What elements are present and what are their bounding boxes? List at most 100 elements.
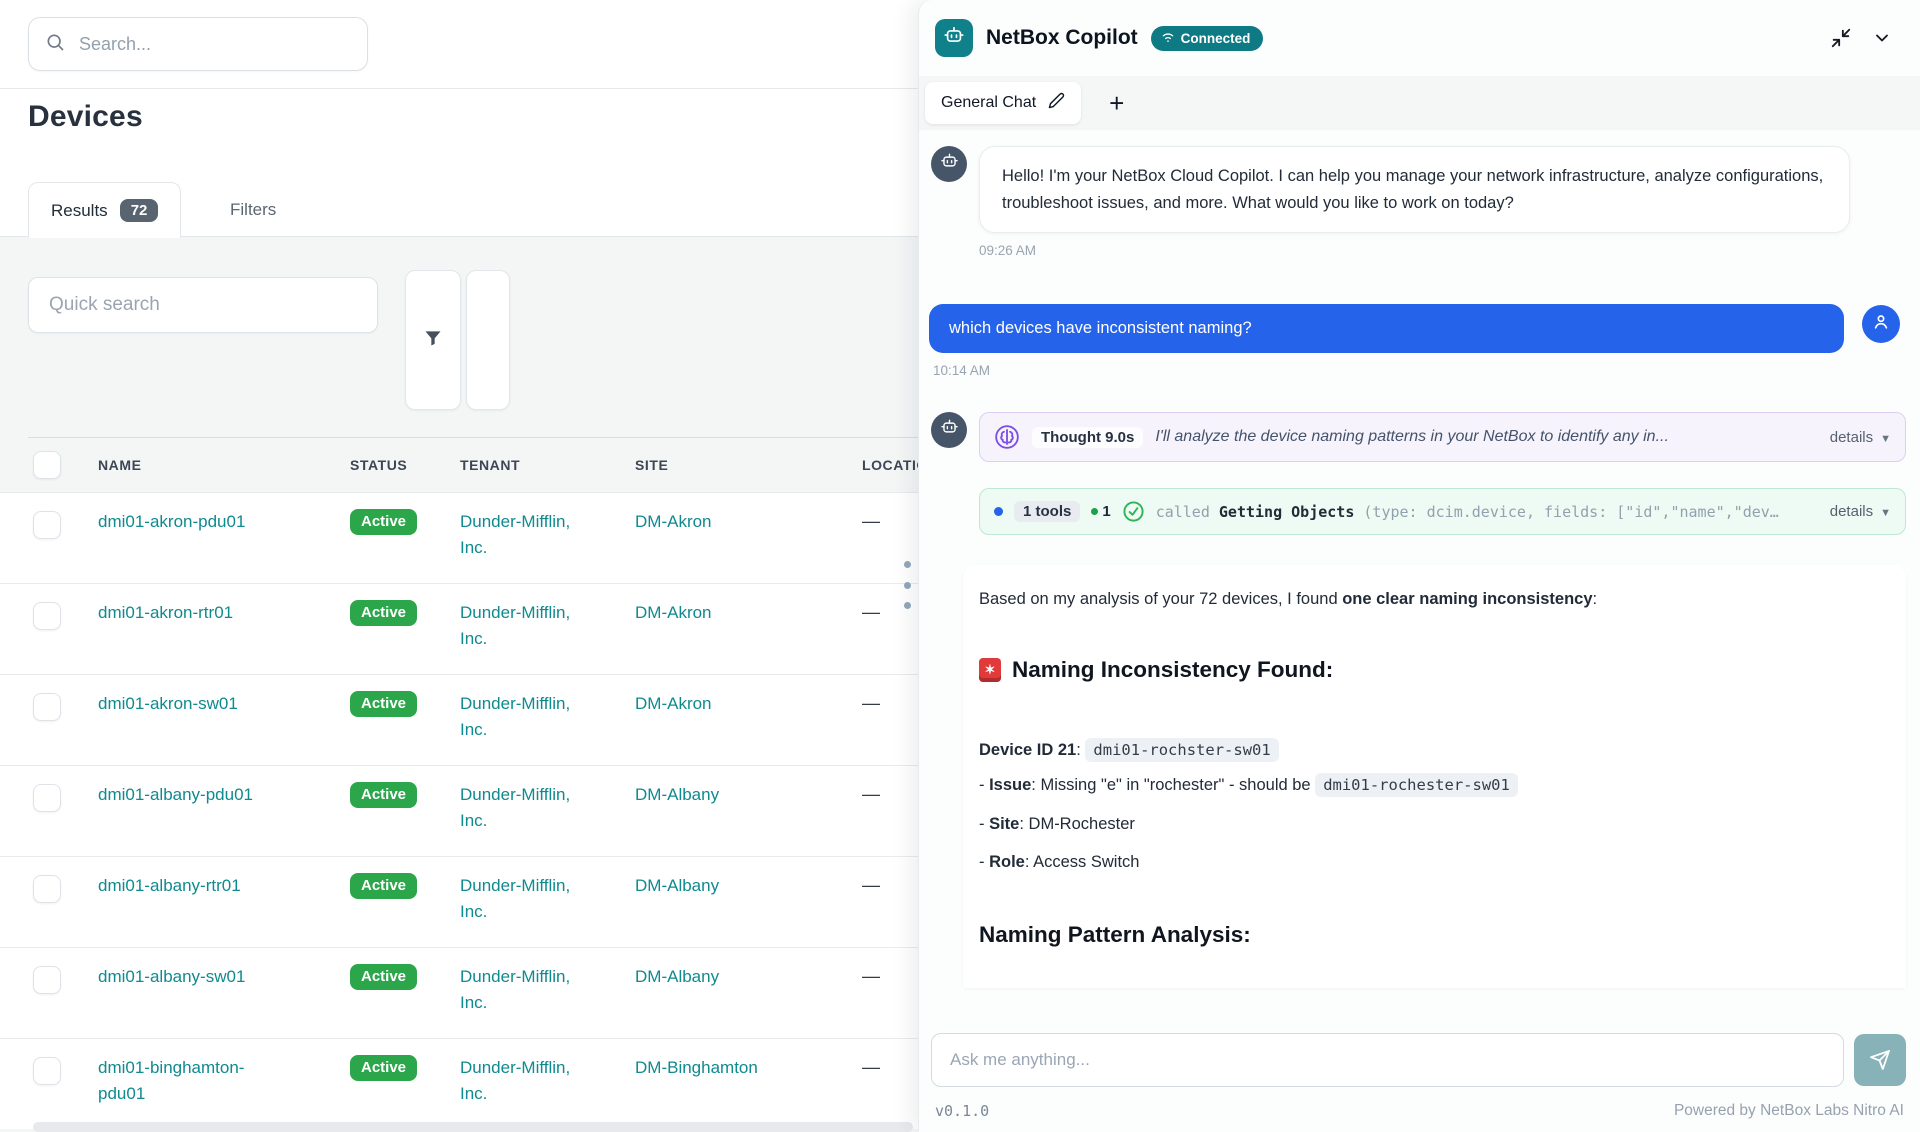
tool-args: (type: dcim.device, fields: ["id","name"… (1363, 503, 1778, 521)
device-link[interactable]: dmi01-albany-sw01 (98, 964, 245, 990)
new-chat-button[interactable]: + (1109, 90, 1124, 116)
col-header-status[interactable]: STATUS (350, 457, 460, 473)
page-title: Devices (28, 100, 143, 134)
tab-results[interactable]: Results 72 (28, 182, 181, 238)
assistant-greeting-message: Hello! I'm your NetBox Cloud Copilot. I … (931, 146, 1906, 233)
row-checkbox[interactable] (33, 966, 61, 994)
thought-summary-text: I'll analyze the device naming patterns … (1155, 428, 1817, 446)
caret-down-icon (1880, 503, 1891, 520)
col-header-tenant[interactable]: TENANT (460, 457, 635, 473)
site-link[interactable]: DM-Akron (635, 600, 712, 626)
table-row: dmi01-binghamton-pdu01 Active Dunder-Mif… (0, 1038, 918, 1129)
row-checkbox[interactable] (33, 693, 61, 721)
copilot-footer: v0.1.0 Powered by NetBox Labs Nitro AI (935, 1102, 1904, 1120)
copilot-panel: NetBox Copilot Connected General Chat + (918, 0, 1920, 1132)
tenant-link[interactable]: Dunder-Mifflin, Inc. (460, 782, 580, 834)
tenant-link[interactable]: Dunder-Mifflin, Inc. (460, 509, 580, 561)
tool-details-toggle[interactable]: details (1830, 503, 1891, 520)
details-label: details (1830, 503, 1873, 520)
row-checkbox[interactable] (33, 784, 61, 812)
global-search-input[interactable] (79, 34, 351, 55)
table-row: dmi01-akron-sw01 Active Dunder-Mifflin, … (0, 674, 918, 765)
global-search[interactable] (28, 17, 368, 71)
device-id-line: Device ID 21: dmi01-rochster-sw01 (979, 741, 1886, 760)
site-label: Site (989, 815, 1019, 833)
device-id-label: Device ID 21 (979, 741, 1076, 759)
chat-messages: Hello! I'm your NetBox Cloud Copilot. I … (919, 130, 1920, 988)
chat-input[interactable] (931, 1033, 1844, 1087)
device-link[interactable]: dmi01-akron-pdu01 (98, 509, 245, 535)
collapse-panel-button[interactable] (1827, 24, 1855, 52)
table-row: dmi01-albany-sw01 Active Dunder-Mifflin,… (0, 947, 918, 1038)
location-value: — (862, 873, 918, 896)
row-checkbox[interactable] (33, 1057, 61, 1085)
copilot-logo (935, 19, 973, 57)
tenant-link[interactable]: Dunder-Mifflin, Inc. (460, 600, 580, 652)
tools-extra-count-value: 1 (1102, 503, 1110, 520)
tab-results-label: Results (51, 201, 108, 221)
col-header-location[interactable]: LOCATION (862, 457, 918, 473)
quick-search[interactable] (28, 277, 378, 333)
role-text: : Access Switch (1025, 853, 1140, 871)
status-badge: Active (350, 509, 417, 535)
device-link[interactable]: dmi01-binghamton-pdu01 (98, 1055, 268, 1107)
site-link[interactable]: DM-Akron (635, 509, 712, 535)
row-checkbox[interactable] (33, 875, 61, 903)
table-options-button[interactable] (466, 270, 510, 410)
quick-search-input[interactable] (49, 294, 357, 316)
tenant-link[interactable]: Dunder-Mifflin, Inc. (460, 1055, 580, 1107)
col-header-site[interactable]: SITE (635, 457, 862, 473)
site-link[interactable]: DM-Akron (635, 691, 712, 717)
device-link[interactable]: dmi01-akron-rtr01 (98, 600, 233, 626)
site-link[interactable]: DM-Albany (635, 782, 719, 808)
table-header: NAME STATUS TENANT SITE LOCATION (0, 438, 918, 492)
panel-resize-handle[interactable] (899, 561, 915, 609)
chevron-down-icon[interactable] (1868, 24, 1896, 52)
status-badge: Active (350, 964, 417, 990)
table-row: dmi01-akron-rtr01 Active Dunder-Mifflin,… (0, 583, 918, 674)
green-dot-icon (1091, 508, 1098, 515)
greeting-bubble: Hello! I'm your NetBox Cloud Copilot. I … (979, 146, 1850, 233)
horizontal-scrollbar[interactable] (33, 1122, 913, 1132)
role-label: Role (989, 853, 1025, 871)
send-button[interactable] (1854, 1034, 1906, 1086)
powered-by-label: Powered by NetBox Labs Nitro AI (1674, 1102, 1904, 1120)
thought-summary-card: Thought 9.0s I'll analyze the device nam… (979, 412, 1906, 462)
robot-icon (943, 25, 965, 52)
assistant-analysis-message: Thought 9.0s I'll analyze the device nam… (931, 412, 1906, 987)
tool-call-card: 1 tools 1 called Getting Objects (type: … (979, 488, 1906, 535)
table-row: dmi01-albany-rtr01 Active Dunder-Mifflin… (0, 856, 918, 947)
select-all-checkbox[interactable] (33, 451, 61, 479)
site-link[interactable]: DM-Binghamton (635, 1055, 758, 1081)
thought-details-toggle[interactable]: details (1830, 429, 1891, 446)
row-checkbox[interactable] (33, 602, 61, 630)
tenant-link[interactable]: Dunder-Mifflin, Inc. (460, 964, 580, 1016)
device-link[interactable]: dmi01-akron-sw01 (98, 691, 238, 717)
pencil-icon[interactable] (1048, 92, 1065, 114)
device-link[interactable]: dmi01-albany-pdu01 (98, 782, 253, 808)
wifi-icon (1161, 31, 1175, 46)
filter-button[interactable] (405, 270, 461, 410)
version-label: v0.1.0 (935, 1102, 989, 1120)
bullet: - (979, 853, 989, 871)
tab-filters[interactable]: Filters (222, 184, 284, 236)
tenant-link[interactable]: Dunder-Mifflin, Inc. (460, 873, 580, 925)
tool-call-signature: called Getting Objects (type: dcim.devic… (1156, 503, 1819, 521)
site-link[interactable]: DM-Albany (635, 873, 719, 899)
device-name-code: dmi01-rochster-sw01 (1085, 738, 1278, 762)
analysis-intro-prefix: Based on my analysis of your 72 devices,… (979, 590, 1342, 608)
analysis-message-card: Based on my analysis of your 72 devices,… (963, 565, 1906, 987)
analysis-intro: Based on my analysis of your 72 devices,… (979, 587, 1886, 613)
issue-text: : Missing "e" in "rochester" - should be (1031, 776, 1315, 794)
user-message: which devices have inconsistent naming? (931, 304, 1906, 353)
col-header-name[interactable]: NAME (98, 457, 350, 473)
results-count-badge: 72 (120, 199, 159, 222)
chat-tab-general[interactable]: General Chat (925, 82, 1081, 124)
location-value: — (862, 509, 918, 532)
device-link[interactable]: dmi01-albany-rtr01 (98, 873, 241, 899)
tenant-link[interactable]: Dunder-Mifflin, Inc. (460, 691, 580, 743)
site-link[interactable]: DM-Albany (635, 964, 719, 990)
thought-label: Thought 9.0s (1032, 427, 1143, 448)
row-checkbox[interactable] (33, 511, 61, 539)
brain-icon (994, 424, 1020, 450)
